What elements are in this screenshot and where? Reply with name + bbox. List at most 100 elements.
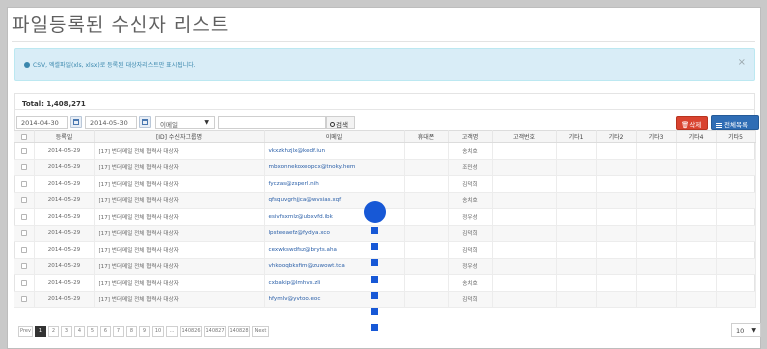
checkbox[interactable] <box>14 175 35 193</box>
extra3-cell <box>636 291 677 308</box>
extra4-cell <box>676 192 717 209</box>
email-cell[interactable]: vkxzkhzjlx@kedf.iun <box>264 142 405 160</box>
table-row[interactable]: 2014-05-29 [17] 번더메일 전체 협력사 대상자 cxbakip@lm… <box>14 274 756 292</box>
extra1-cell <box>556 291 597 308</box>
customer-number-cell <box>492 192 557 209</box>
checkbox[interactable] <box>14 225 35 242</box>
full-list-button[interactable]: 전체목록 <box>711 115 759 130</box>
page-button[interactable]: 7 <box>113 326 124 337</box>
date-to-input[interactable]: 2014-05-30 <box>85 116 137 129</box>
phone-cell <box>404 175 449 193</box>
table-row[interactable]: 2014-05-29 [17] 번더메일 전체 협력사 대상자 fyczas@zsp… <box>14 175 756 193</box>
phone-cell <box>404 258 449 275</box>
extra3-cell <box>636 241 677 259</box>
checkbox[interactable] <box>14 291 35 308</box>
email-cell[interactable]: fyczas@zsperl.nih <box>264 175 405 193</box>
phone-cell <box>404 208 449 226</box>
select-all-cell[interactable] <box>14 130 35 143</box>
row-checkbox[interactable] <box>20 246 27 253</box>
page-button[interactable]: 6 <box>100 326 111 337</box>
checkbox[interactable] <box>14 258 35 275</box>
page-button[interactable]: 9 <box>139 326 150 337</box>
table-row[interactable]: 2014-05-29 [17] 번더메일 전체 협력사 대상자 vkxzkhzjlx… <box>14 142 756 160</box>
extra4-cell <box>676 175 717 193</box>
page-button[interactable]: 5 <box>87 326 98 337</box>
column-header[interactable]: 기타3 <box>636 130 677 143</box>
row-checkbox[interactable] <box>20 147 27 154</box>
group-cell: [17] 번더메일 전체 협력사 대상자 <box>94 142 265 160</box>
column-header[interactable]: [ID] 수신자그룹명 <box>94 130 265 143</box>
alert-close-button[interactable]: × <box>738 58 746 68</box>
column-header[interactable]: 기타2 <box>596 130 637 143</box>
page-button[interactable]: 2 <box>48 326 59 337</box>
delete-button[interactable]: 🗑삭제 <box>676 116 708 130</box>
checkbox[interactable] <box>14 208 35 226</box>
page-button[interactable]: 3 <box>61 326 72 337</box>
page-button[interactable]: 140826 <box>180 326 202 337</box>
row-checkbox[interactable] <box>20 164 27 170</box>
full-list-button-label: 전체목록 <box>724 121 748 129</box>
table-row[interactable]: 2014-05-29 [17] 번더메일 전체 협력사 대상자 mbxonnekox… <box>14 159 756 176</box>
email-cell[interactable]: cxbakip@lmhvs.zli <box>264 274 405 292</box>
checkbox[interactable] <box>14 274 35 292</box>
extra2-cell <box>596 291 637 308</box>
email-cell[interactable]: mbxonnekoxeopcx@tnoky.hem <box>264 159 405 176</box>
table-row[interactable]: 2014-05-29 [17] 번더메일 전체 협력사 대상자 vhkooqbksf… <box>14 258 756 275</box>
table-row[interactable]: 2014-05-29 [17] 번더메일 전체 협력사 대상자 cexwkswdfs… <box>14 241 756 259</box>
calendar-to-button[interactable] <box>139 116 151 128</box>
table-header-row: 등록일 [ID] 수신자그룹명 이메일 휴대폰 고객명 고객번호 기타1 기타2… <box>14 130 756 143</box>
checkbox[interactable] <box>14 241 35 259</box>
date-from-input[interactable]: 2014-04-30 <box>16 116 68 129</box>
search-button[interactable]: 검색 <box>326 116 355 129</box>
extra4-cell <box>676 208 717 226</box>
search-field-select[interactable]: 이메일 ▼ <box>155 116 215 129</box>
extra4-cell <box>676 241 717 259</box>
row-checkbox[interactable] <box>20 180 27 187</box>
prev-page-button[interactable]: Prev <box>18 326 33 337</box>
extra5-cell <box>716 192 756 209</box>
checkbox[interactable] <box>14 192 35 209</box>
select-all-checkbox[interactable] <box>20 133 27 140</box>
email-cell[interactable]: lpsteeaefz@fydya.xco <box>264 225 405 242</box>
email-cell[interactable]: hfymlv@yvtoo.eoc <box>264 291 405 308</box>
row-checkbox[interactable] <box>20 213 27 220</box>
email-cell[interactable]: cexwkswdfsz@bryts.aha <box>264 241 405 259</box>
checkbox[interactable] <box>14 159 35 176</box>
checkbox[interactable] <box>14 142 35 160</box>
row-checkbox[interactable] <box>20 230 27 236</box>
row-checkbox[interactable] <box>20 263 27 269</box>
table-row[interactable]: 2014-05-29 [17] 번더메일 전체 협력사 대상자 hfymlv@yvt… <box>14 291 756 308</box>
column-header[interactable]: 휴대폰 <box>404 130 449 143</box>
extra5-cell <box>716 225 756 242</box>
page-button[interactable]: 4 <box>74 326 85 337</box>
column-header[interactable]: 고객번호 <box>492 130 557 143</box>
page-button[interactable]: 140827 <box>204 326 226 337</box>
name-cell: 송치호 <box>448 142 493 160</box>
column-header[interactable]: 고객명 <box>448 130 493 143</box>
phone-cell <box>404 241 449 259</box>
row-checkbox[interactable] <box>20 296 27 302</box>
table-row[interactable]: 2014-05-29 [17] 번더메일 전체 협력사 대상자 lpsteeaefz… <box>14 225 756 242</box>
row-checkbox[interactable] <box>20 197 27 203</box>
name-cell: 정우성 <box>448 208 493 226</box>
extra1-cell <box>556 175 597 193</box>
column-header[interactable]: 이메일 <box>264 130 405 143</box>
name-cell: 조민성 <box>448 159 493 176</box>
calendar-from-button[interactable] <box>70 116 82 128</box>
next-page-button[interactable]: Next <box>252 326 269 337</box>
row-checkbox[interactable] <box>20 279 27 286</box>
search-input[interactable] <box>218 116 326 129</box>
page-button[interactable]: 1 <box>35 326 46 337</box>
column-header[interactable]: 기타1 <box>556 130 597 143</box>
extra5-cell <box>716 208 756 226</box>
phone-cell <box>404 159 449 176</box>
page-button[interactable]: 140828 <box>228 326 250 337</box>
column-header[interactable]: 기타5 <box>716 130 756 143</box>
date-cell: 2014-05-29 <box>34 225 95 242</box>
email-cell[interactable]: vhkooqbksfim@zuwowt.tca <box>264 258 405 275</box>
page-button[interactable]: 8 <box>126 326 137 337</box>
page-button[interactable]: 10 <box>152 326 164 337</box>
column-header[interactable]: 기타4 <box>676 130 717 143</box>
column-header[interactable]: 등록일 <box>34 130 95 143</box>
page-size-select[interactable]: 10 ▼ <box>731 323 761 337</box>
